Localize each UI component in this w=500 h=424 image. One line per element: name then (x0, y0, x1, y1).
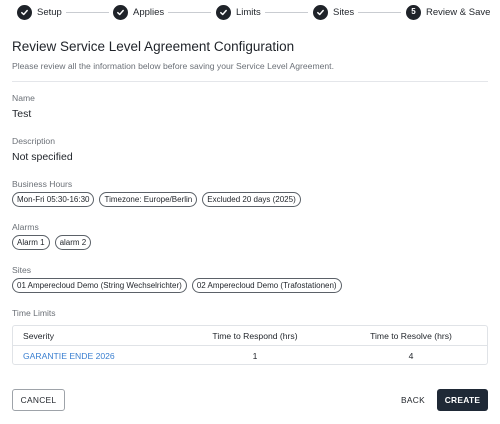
create-button[interactable]: CREATE (437, 389, 488, 411)
timezone-chip: Timezone: Europe/Berlin (99, 192, 198, 207)
step-connector (358, 11, 401, 13)
name-label: Name (12, 93, 35, 103)
cancel-button[interactable]: CANCEL (12, 389, 65, 411)
sites-label: Sites (12, 265, 32, 275)
page-subtitle: Please review all the information below … (12, 61, 334, 71)
severity-link[interactable]: GARANTIE ENDE 2026 (23, 346, 115, 365)
check-icon (313, 4, 328, 20)
alarm-chip: alarm 2 (54, 235, 92, 250)
alarms-label: Alarms (12, 222, 39, 232)
alarms-chips: Alarm 1 alarm 2 (12, 235, 92, 250)
step-connector (168, 11, 211, 13)
step-connector (66, 11, 109, 13)
name-value: Test (12, 108, 32, 120)
respond-value: 1 (252, 350, 258, 361)
step-label: Sites (333, 6, 355, 18)
description-label: Description (12, 136, 55, 146)
check-icon (216, 4, 231, 20)
time-limits-table: Severity Time to Respond (hrs) Time to R… (12, 325, 488, 365)
site-chip: 01 Amperecloud Demo (String Wechselricht… (12, 278, 187, 293)
alarm-chip: Alarm 1 (12, 235, 50, 250)
resolve-value: 4 (408, 350, 414, 361)
step-applies[interactable]: Applies (113, 4, 164, 20)
column-header-resolve: Time to Resolve (hrs) (370, 330, 452, 341)
check-icon (17, 4, 32, 20)
description-value: Not specified (12, 151, 73, 163)
step-label: Limits (236, 6, 261, 18)
page-title: Review Service Level Agreement Configura… (12, 39, 295, 54)
step-connector (265, 11, 308, 13)
back-button[interactable]: BACK (396, 389, 430, 411)
site-chip: 02 Amperecloud Demo (Trafostationen) (191, 278, 342, 293)
business-hours-label: Business Hours (12, 179, 73, 189)
check-icon (113, 4, 128, 20)
step-label: Setup (37, 6, 62, 18)
stepper: Setup Applies Limits Sites 5 Review & Sa… (0, 0, 500, 24)
step-label: Applies (133, 6, 165, 18)
excluded-days-chip: Excluded 20 days (2025) (202, 192, 301, 207)
business-hours-chips: Mon-Fri 05:30-16:30 Timezone: Europe/Ber… (12, 192, 301, 207)
table-row: GARANTIE ENDE 2026 1 4 (13, 346, 487, 365)
step-review-save[interactable]: 5 Review & Save (406, 4, 490, 20)
column-header-respond: Time to Respond (hrs) (212, 330, 298, 341)
step-label: Review & Save (426, 6, 491, 18)
business-hours-chip: Mon-Fri 05:30-16:30 (12, 192, 95, 207)
step-limits[interactable]: Limits (216, 4, 261, 20)
time-limits-label: Time Limits (12, 308, 56, 318)
step-setup[interactable]: Setup (17, 4, 62, 20)
table-header-row: Severity Time to Respond (hrs) Time to R… (13, 326, 487, 346)
divider (12, 81, 488, 82)
sites-chips: 01 Amperecloud Demo (String Wechselricht… (12, 278, 342, 293)
column-header-severity: Severity (23, 330, 55, 341)
step-sites[interactable]: Sites (313, 4, 354, 20)
step-number-badge: 5 (406, 4, 421, 20)
